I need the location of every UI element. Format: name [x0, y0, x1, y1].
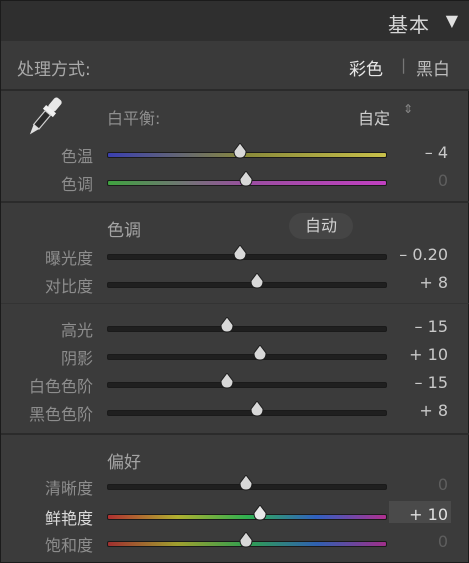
shadows-slider-track[interactable]: [107, 354, 387, 360]
slider-row-saturation: 饱和度 0: [1, 530, 469, 556]
slider-row-whites: 白色色阶 – 15: [1, 371, 469, 397]
temp-value[interactable]: – 4: [425, 143, 448, 162]
exposure-label: 曝光度: [44, 249, 93, 268]
section-divider: [1, 201, 469, 203]
slider-row-temp: 色温 – 4: [1, 141, 469, 167]
highlights-value[interactable]: – 15: [415, 317, 448, 336]
treatment-row: 处理方式: 彩色 | 黑白: [1, 41, 469, 91]
vibrance-label: 鲜艳度: [44, 509, 93, 528]
white-balance-label: 白平衡:: [107, 109, 161, 128]
tint-slider-thumb[interactable]: [239, 171, 253, 187]
slider-row-shadows: 阴影 + 10: [1, 343, 469, 369]
collapse-triangle-icon[interactable]: ▼: [446, 11, 458, 30]
panel-header[interactable]: 基本 ▼: [1, 1, 469, 42]
tint-value[interactable]: 0: [438, 171, 448, 190]
whites-slider-track[interactable]: [107, 382, 387, 388]
slider-row-contrast: 对比度 + 8: [1, 271, 469, 297]
tone-group-title: 色调: [107, 221, 141, 241]
exposure-value[interactable]: – 0.20: [399, 245, 448, 264]
temp-slider-thumb[interactable]: [233, 143, 247, 159]
panel-title: 基本: [388, 13, 430, 37]
tint-label: 色调: [60, 175, 93, 194]
saturation-value[interactable]: 0: [438, 532, 448, 551]
highlights-label: 高光: [60, 321, 93, 340]
slider-row-clarity: 清晰度 0: [1, 473, 469, 499]
blacks-slider-track[interactable]: [107, 410, 387, 416]
shadows-value[interactable]: + 10: [409, 345, 448, 364]
slider-row-vibrance: 鲜艳度 + 10: [1, 501, 469, 529]
shadows-slider-thumb[interactable]: [253, 345, 267, 361]
treatment-label: 处理方式:: [17, 60, 91, 80]
contrast-slider-track[interactable]: [107, 282, 387, 288]
contrast-label: 对比度: [44, 277, 93, 296]
saturation-slider-thumb[interactable]: [239, 532, 253, 548]
exposure-slider-thumb[interactable]: [233, 245, 247, 261]
blacks-label: 黑色色阶: [28, 405, 93, 424]
whites-label: 白色色阶: [28, 377, 93, 396]
whites-slider-thumb[interactable]: [220, 373, 234, 389]
slider-row-blacks: 黑色色阶 + 8: [1, 399, 469, 425]
slider-row-exposure: 曝光度 – 0.20: [1, 243, 469, 269]
vibrance-value[interactable]: + 10: [409, 505, 448, 524]
clarity-label: 清晰度: [44, 479, 93, 498]
clarity-slider-thumb[interactable]: [239, 475, 253, 491]
vibrance-slider-thumb[interactable]: [253, 505, 267, 521]
slider-row-tint: 色调 0: [1, 169, 469, 195]
blacks-slider-thumb[interactable]: [250, 401, 264, 417]
basic-panel: 基本 ▼ 处理方式: 彩色 | 黑白 白平衡: 自定 ⇕ 色温 – 4 色调 0…: [0, 0, 469, 563]
highlights-slider-thumb[interactable]: [220, 317, 234, 333]
treatment-bw-option[interactable]: 黑白: [416, 55, 450, 80]
treatment-color-option[interactable]: 彩色: [349, 55, 383, 80]
presence-group-title: 偏好: [107, 453, 141, 473]
saturation-label: 饱和度: [44, 536, 93, 555]
contrast-slider-thumb[interactable]: [250, 273, 264, 289]
clarity-value[interactable]: 0: [438, 475, 448, 494]
auto-tone-button[interactable]: 自动: [289, 213, 353, 239]
white-balance-select[interactable]: 自定: [358, 105, 390, 129]
white-balance-eyedropper-icon[interactable]: [15, 95, 71, 141]
whites-value[interactable]: – 15: [415, 373, 448, 392]
section-divider: [1, 433, 469, 435]
blacks-value[interactable]: + 8: [419, 401, 448, 420]
vibrance-slider-track[interactable]: [107, 514, 387, 520]
contrast-value[interactable]: + 8: [419, 273, 448, 292]
slider-row-highlights: 高光 – 15: [1, 315, 469, 341]
section-divider: [1, 303, 469, 304]
treatment-separator: |: [401, 56, 407, 74]
select-arrows-icon[interactable]: ⇕: [403, 103, 413, 115]
temp-label: 色温: [60, 147, 93, 166]
highlights-slider-track[interactable]: [107, 326, 387, 332]
shadows-label: 阴影: [60, 349, 93, 368]
